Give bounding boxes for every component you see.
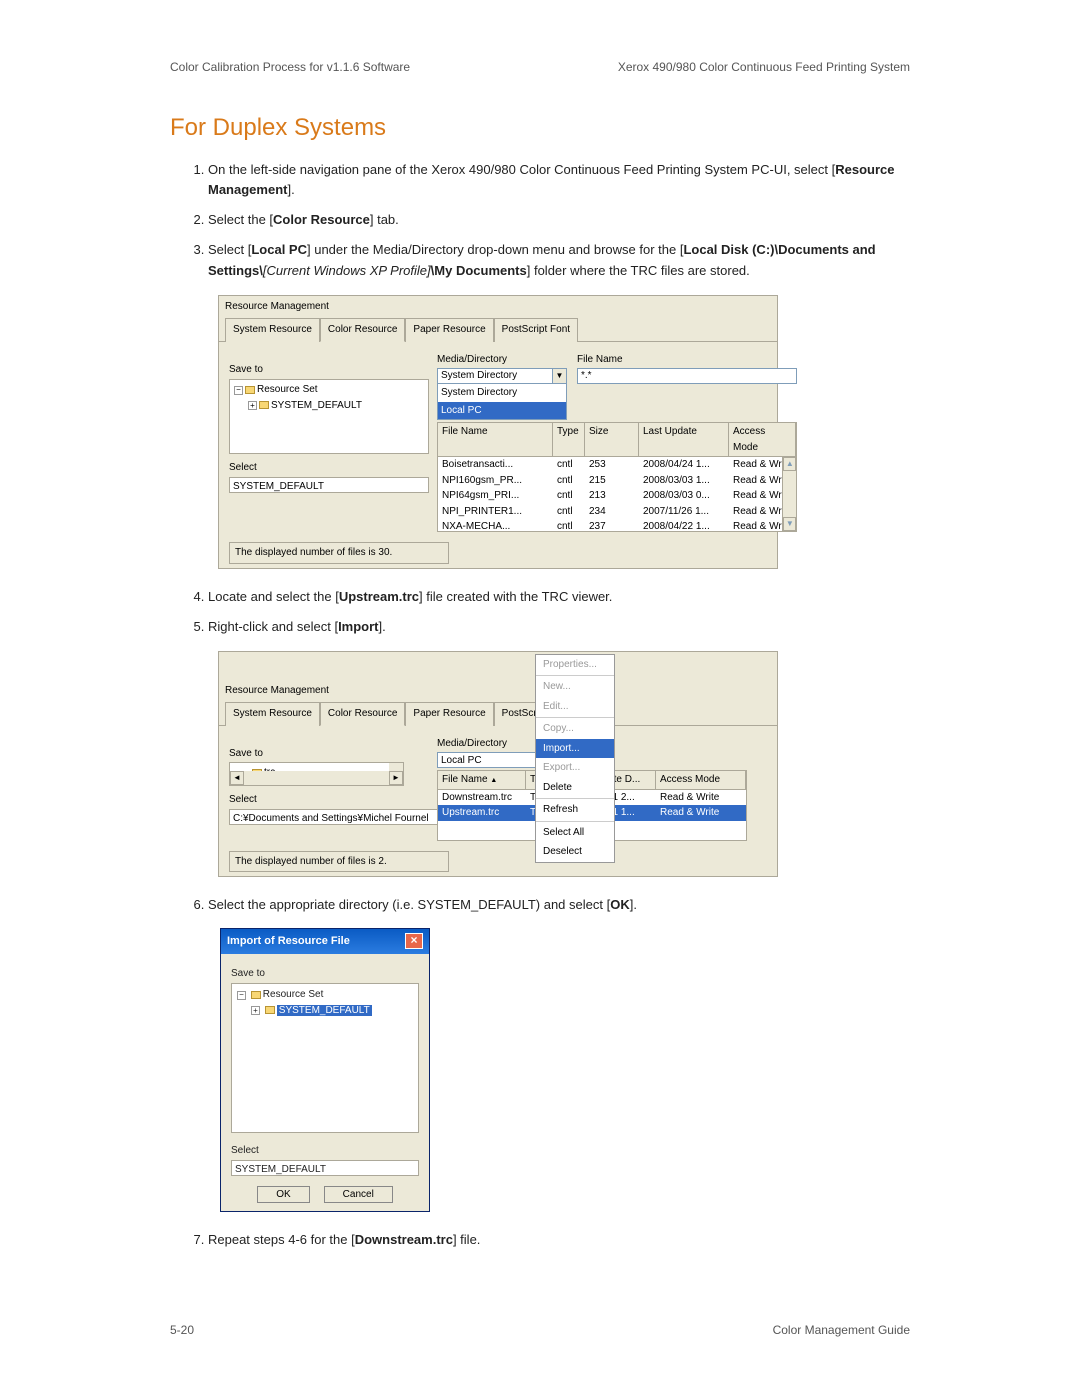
step-3: Select [Local PC] under the Media/Direct… [208, 240, 910, 568]
window-title: Resource Management [219, 296, 777, 318]
ctx-item[interactable]: Refresh [536, 800, 614, 820]
media-directory-combo[interactable]: System Directory ▼ [437, 368, 567, 384]
ctx-item[interactable]: New... [536, 677, 614, 697]
select-label: Select [229, 460, 429, 476]
select-field[interactable]: SYSTEM_DEFAULT [229, 477, 429, 493]
tab-system-resource[interactable]: System Resource [225, 702, 320, 726]
col-size[interactable]: Size [585, 423, 639, 456]
tree-expand-icon[interactable]: + [251, 1006, 260, 1015]
ok-button[interactable]: OK [257, 1186, 309, 1203]
ctx-item[interactable]: Import... [536, 739, 614, 759]
dialog-title: Import of Resource File [227, 933, 350, 950]
tab-system-resource[interactable]: System Resource [225, 318, 320, 342]
footer-right: Color Management Guide [773, 1323, 910, 1337]
save-to-tree[interactable]: trc ◄► [229, 762, 404, 786]
chevron-down-icon[interactable]: ▼ [552, 369, 566, 383]
tab-color-resource[interactable]: Color Resource [320, 318, 405, 342]
tab-bar: System Resource Color Resource Paper Res… [219, 701, 777, 726]
col-filename[interactable]: File Name [438, 423, 553, 456]
step-6: Select the appropriate directory (i.e. S… [208, 895, 910, 1211]
tree-selected[interactable]: SYSTEM_DEFAULT [277, 1005, 372, 1016]
sort-asc-icon: ▲ [490, 777, 497, 784]
select-field[interactable]: SYSTEM_DEFAULT [231, 1160, 419, 1176]
scrollbar-h[interactable]: ◄► [230, 771, 403, 785]
tab-color-resource[interactable]: Color Resource [320, 702, 405, 726]
import-dialog: Import of Resource File × Save to − Reso… [220, 928, 430, 1212]
tab-bar: System Resource Color Resource Paper Res… [219, 317, 777, 342]
folder-icon [251, 991, 261, 999]
page-footer: 5-20 Color Management Guide [170, 1323, 910, 1337]
table-row[interactable]: NPI64gsm_PRI...cntl2132008/03/03 0...Rea… [438, 488, 796, 504]
scrollbar-v[interactable] [389, 763, 403, 771]
header-right: Xerox 490/980 Color Continuous Feed Prin… [618, 60, 910, 74]
folder-icon [259, 401, 269, 409]
file-list: File Name Type Size Last Update Access M… [437, 422, 797, 532]
dialog-titlebar: Import of Resource File × [221, 929, 429, 954]
screenshot-resource-mgmt-2: Properties...New...Edit...Copy...Import.… [218, 651, 778, 878]
header-left: Color Calibration Process for v1.1.6 Sof… [170, 60, 410, 74]
col-filename[interactable]: File Name ▲ [438, 771, 526, 789]
status-bar: The displayed number of files is 2. [229, 851, 449, 873]
close-icon[interactable]: × [405, 933, 423, 949]
tab-postscript-font[interactable]: PostScript Font [494, 318, 578, 342]
status-bar: The displayed number of files is 30. [229, 542, 449, 564]
ctx-item[interactable]: Copy... [536, 719, 614, 739]
col-type[interactable]: Type [553, 423, 585, 456]
select-label: Select [229, 792, 429, 808]
step-7: Repeat steps 4-6 for the [Downstream.trc… [208, 1230, 910, 1250]
window-title: Resource Management [219, 680, 777, 702]
folder-icon [265, 1006, 275, 1014]
context-menu: Properties...New...Edit...Copy...Import.… [535, 654, 615, 863]
file-list-body[interactable]: Boisetransacti...cntl2532008/04/24 1...R… [438, 457, 796, 531]
tree-collapse-icon[interactable]: − [234, 386, 243, 395]
col-access-mode[interactable]: Access Mode [729, 423, 796, 456]
media-directory-dropdown: System Directory Local PC [437, 384, 567, 420]
media-directory-label: Media/Directory [437, 352, 567, 368]
save-to-label: Save to [231, 966, 419, 982]
save-to-tree[interactable]: − Resource Set + SYSTEM_DEFAULT [231, 983, 419, 1133]
save-to-label: Save to [229, 746, 429, 762]
tab-paper-resource[interactable]: Paper Resource [405, 702, 493, 726]
tree-expand-icon[interactable]: + [248, 401, 257, 410]
select-label: Select [231, 1143, 419, 1159]
ctx-item[interactable]: Export... [536, 758, 614, 778]
ctx-item[interactable]: Delete [536, 778, 614, 798]
ctx-item[interactable]: Select All [536, 823, 614, 843]
select-field[interactable]: C:¥Documents and Settings¥Michel Fournel [229, 809, 459, 825]
col-access-mode[interactable]: Access Mode [656, 771, 746, 789]
tab-paper-resource[interactable]: Paper Resource [405, 318, 493, 342]
table-row[interactable]: NXA-MECHA...cntl2372008/04/22 1...Read &… [438, 519, 796, 531]
table-row[interactable]: NPI_PRINTER1...cntl2342007/11/26 1...Rea… [438, 504, 796, 520]
table-row[interactable]: NPI160gsm_PR...cntl2152008/03/03 1...Rea… [438, 473, 796, 489]
col-last-update[interactable]: Last Update [639, 423, 729, 456]
step-2: Select the [Color Resource] tab. [208, 210, 910, 230]
page-header: Color Calibration Process for v1.1.6 Sof… [170, 60, 910, 74]
screenshot-resource-mgmt-1: Resource Management System Resource Colo… [218, 295, 778, 569]
file-name-label: File Name [577, 352, 797, 368]
ctx-item[interactable]: Edit... [536, 697, 614, 717]
step-5: Right-click and select [Import]. Propert… [208, 617, 910, 878]
save-to-label: Save to [229, 362, 429, 378]
folder-icon [245, 386, 255, 394]
scrollbar-v[interactable]: ▲▼ [782, 457, 796, 531]
page-title: For Duplex Systems [170, 114, 910, 142]
cancel-button[interactable]: Cancel [324, 1186, 393, 1203]
table-row[interactable]: Boisetransacti...cntl2532008/04/24 1...R… [438, 457, 796, 473]
ctx-item[interactable]: Deselect [536, 842, 614, 862]
tree-collapse-icon[interactable]: − [237, 991, 246, 1000]
step-1: On the left-side navigation pane of the … [208, 160, 910, 200]
combo-opt[interactable]: Local PC [438, 402, 566, 420]
save-to-tree[interactable]: −Resource Set +SYSTEM_DEFAULT [229, 379, 429, 454]
page-number: 5-20 [170, 1323, 194, 1337]
combo-opt[interactable]: System Directory [438, 384, 566, 402]
ctx-item[interactable]: Properties... [536, 655, 614, 675]
step-4: Locate and select the [Upstream.trc] fil… [208, 587, 910, 607]
file-name-field[interactable]: *.* [577, 368, 797, 384]
